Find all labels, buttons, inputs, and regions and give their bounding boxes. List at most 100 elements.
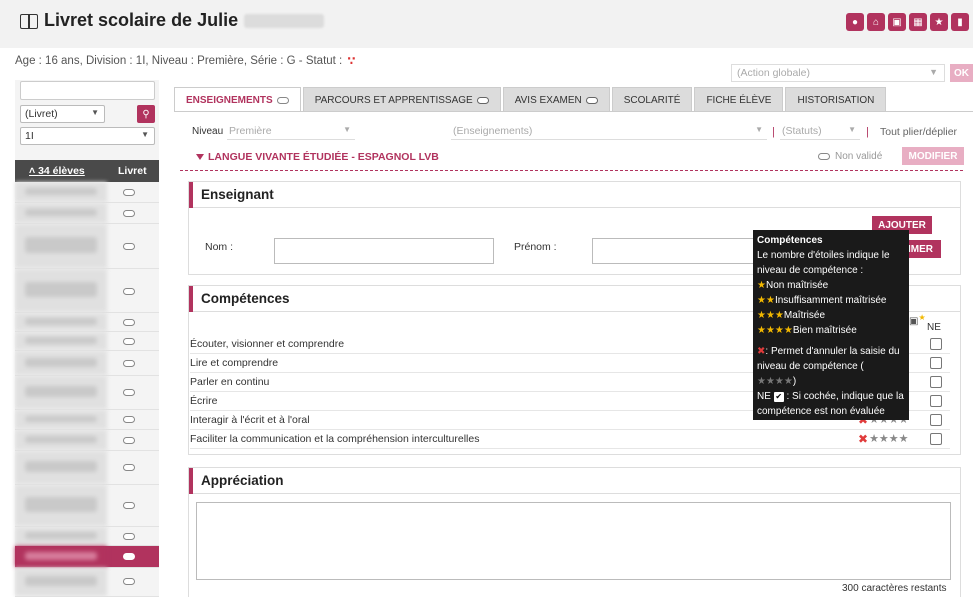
student-row[interactable] — [15, 269, 159, 313]
level-text: Bien maîtrisée — [792, 325, 857, 336]
redacted-student-name — [15, 313, 107, 331]
student-row[interactable] — [15, 527, 159, 546]
checkbox-checked-icon: ✔ — [773, 392, 784, 402]
enseignements-select[interactable]: (Enseignements) ▼ — [451, 124, 767, 140]
student-row[interactable] — [15, 485, 159, 527]
student-row[interactable] — [15, 430, 159, 451]
livret-column-header: Livret — [118, 165, 147, 177]
cancel-end: ) — [792, 376, 797, 387]
calendar-icon[interactable]: ▦ — [909, 13, 927, 31]
chevron-down-icon: ▼ — [91, 108, 99, 117]
star-rating[interactable]: ✖★★★★ — [858, 430, 909, 449]
redacted-student-name — [15, 451, 107, 484]
student-info-text: Age : 16 ans, Division : 1I, Niveau : Pr… — [15, 55, 343, 67]
status-pill — [818, 153, 830, 160]
ne-checkbox[interactable] — [930, 433, 942, 445]
pdf-icon[interactable]: ∵ — [347, 54, 355, 68]
ne-checkbox[interactable] — [930, 338, 942, 350]
niveau-label: Niveau — [192, 126, 224, 137]
student-row-selected[interactable] — [15, 546, 159, 568]
tab-scolarite[interactable]: SCOLARITÉ — [611, 87, 693, 112]
livret-status-pill — [123, 319, 135, 326]
niveau-select-value: Première — [229, 125, 272, 137]
toggle-all-link[interactable]: Tout plier/déplier — [880, 126, 957, 138]
students-count-sort[interactable]: ˄ 34 élèves — [29, 165, 85, 177]
prenom-input[interactable] — [592, 238, 757, 264]
class-select[interactable]: 1I ▼ — [20, 127, 155, 145]
student-row[interactable] — [15, 224, 159, 269]
ne-checkbox[interactable] — [930, 357, 942, 369]
tab-parcours[interactable]: PARCOURS ET APPRENTISSAGE — [302, 87, 501, 112]
student-row[interactable] — [15, 568, 159, 597]
tooltip-title: Compétences — [757, 235, 823, 246]
student-row[interactable] — [15, 182, 159, 203]
ok-button[interactable]: OK — [950, 64, 973, 82]
redacted-student-name — [15, 485, 107, 526]
caret-down-icon — [196, 154, 204, 160]
ne-checkbox[interactable] — [930, 395, 942, 407]
nom-input[interactable] — [274, 238, 494, 264]
tab-avis-examen[interactable]: AVIS EXAMEN — [502, 87, 610, 112]
chars-remaining: 300 caractères restants — [842, 583, 947, 594]
section-toggle[interactable]: LANGUE VIVANTE ÉTUDIÉE - ESPAGNOL LVB — [196, 151, 439, 163]
validation-status-text: Non validé — [835, 151, 883, 162]
competence-name: Interagir à l'écrit et à l'oral — [190, 414, 310, 426]
ne-prefix: NE — [757, 391, 771, 402]
livret-select[interactable]: (Livret) ▼ — [20, 105, 105, 123]
star-header-icon: ▣★ — [909, 313, 926, 327]
competence-name: Écouter, visionner et comprendre — [190, 338, 345, 350]
status-pill — [476, 96, 489, 104]
bag-icon[interactable]: ▮ — [951, 13, 969, 31]
tab-historisation[interactable]: HISTORISATION — [785, 87, 887, 112]
tab-enseignements[interactable]: ENSEIGNEMENTS — [174, 87, 301, 112]
ne-checkbox[interactable] — [930, 376, 942, 388]
action-globale-select[interactable]: (Action globale) ▼ — [731, 64, 945, 82]
chevron-down-icon: ▼ — [343, 125, 351, 134]
student-row[interactable] — [15, 332, 159, 351]
people-icon[interactable]: ● — [846, 13, 864, 31]
nom-label: Nom : — [205, 241, 234, 253]
student-row[interactable] — [15, 351, 159, 376]
redacted-student-name — [15, 527, 107, 545]
level-text: Non maîtrisée — [765, 280, 829, 291]
tab-label: AVIS EXAMEN — [514, 94, 582, 106]
statuts-select-value: (Statuts) — [782, 125, 822, 137]
livret-status-pill — [123, 437, 135, 444]
cancel-icon[interactable]: ✖ — [858, 430, 868, 449]
appreciation-textarea[interactable] — [196, 502, 951, 580]
tooltip-cancel-stars: ★★★★) — [757, 374, 905, 389]
tab-fiche-eleve[interactable]: FICHE ÉLÈVE — [694, 87, 784, 112]
building-icon[interactable]: ⌂ — [867, 13, 885, 31]
statuts-select[interactable]: (Statuts) ▼ — [780, 124, 860, 140]
student-row[interactable] — [15, 451, 159, 485]
document-icon[interactable]: ▣ — [888, 13, 906, 31]
prenom-label: Prénom : — [514, 241, 557, 253]
tab-label: HISTORISATION — [797, 94, 875, 106]
niveau-select[interactable]: Première ▼ — [227, 124, 355, 140]
student-info: Age : 16 ans, Division : 1I, Niveau : Pr… — [15, 54, 356, 68]
student-row[interactable] — [15, 410, 159, 430]
redacted-student-name — [15, 269, 107, 312]
star-icon: ★★★ — [757, 310, 784, 321]
redacted-student-name — [15, 568, 107, 596]
modifier-button[interactable]: MODIFIER — [902, 147, 964, 165]
livret-status-pill — [123, 578, 135, 585]
star-icon[interactable]: ★ — [930, 13, 948, 31]
chevron-down-icon: ▼ — [929, 67, 938, 77]
livret-status-pill — [123, 533, 135, 540]
student-row[interactable] — [15, 313, 159, 332]
livret-status-pill — [123, 464, 135, 471]
validation-status: Non validé — [818, 151, 882, 162]
student-row[interactable] — [15, 376, 159, 410]
search-button[interactable]: ⚲ — [137, 105, 155, 123]
tooltip-intro: Le nombre d'étoiles indique le niveau de… — [757, 250, 890, 276]
student-search-input[interactable] — [20, 81, 155, 100]
star-icon: ★ — [757, 280, 766, 291]
redacted-student-name — [15, 376, 107, 409]
star-icon[interactable]: ★★★★ — [869, 430, 908, 449]
page-title-text: Livret scolaire de Julie — [44, 10, 239, 30]
star-icon: ★★★★ — [757, 325, 793, 336]
ne-checkbox[interactable] — [930, 414, 942, 426]
chevron-down-icon: ▼ — [755, 125, 763, 134]
student-row[interactable] — [15, 203, 159, 224]
